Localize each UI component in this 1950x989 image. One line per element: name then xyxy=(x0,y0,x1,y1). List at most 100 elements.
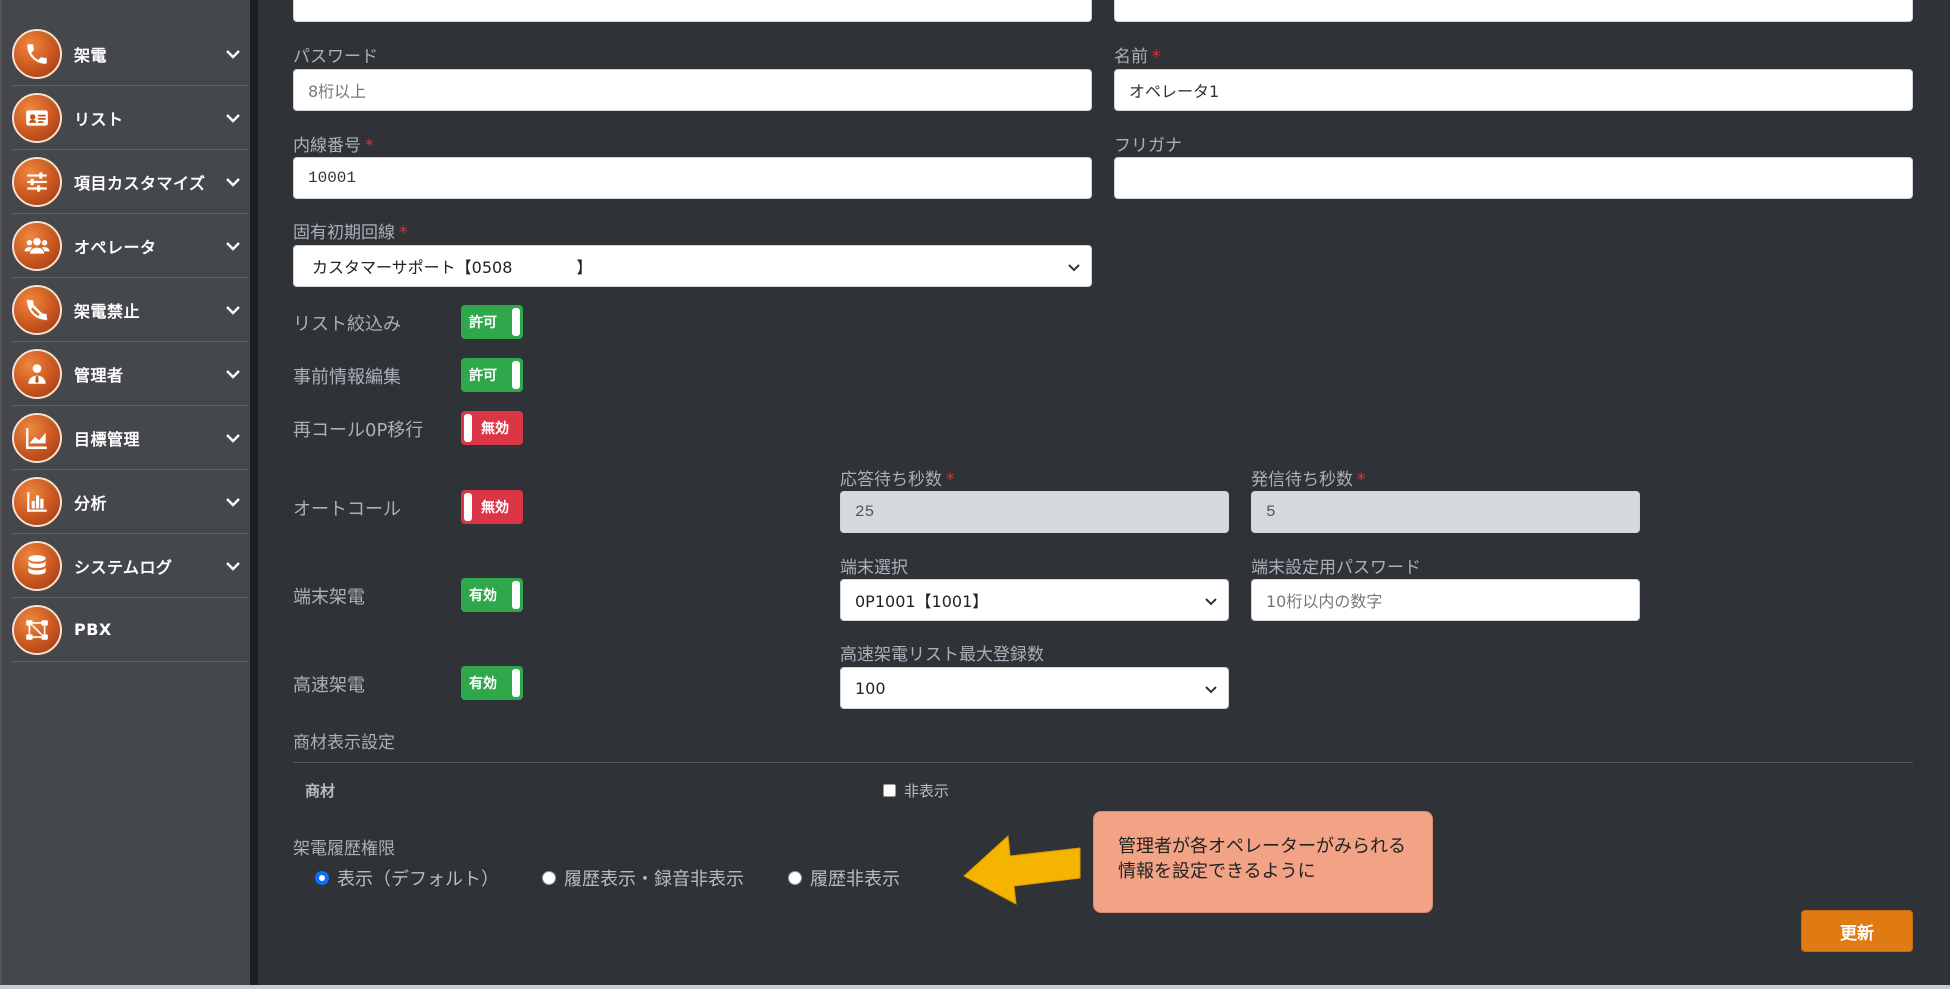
chevron-down-icon xyxy=(222,363,244,385)
sidebar-item-analysis[interactable]: 分析 xyxy=(12,470,248,534)
toggle-knob xyxy=(464,414,472,442)
sidebar-item-system-log[interactable]: システムログ xyxy=(12,534,248,598)
sidebar-item-label: 架電 xyxy=(74,45,108,65)
material-label: 商材 xyxy=(305,782,336,800)
sidebar-item-label: PBX xyxy=(74,620,112,639)
sidebar-item-label: 分析 xyxy=(74,493,108,513)
sidebar-item-label: 項目カスタマイズ xyxy=(74,173,206,193)
name-label: 名前 * xyxy=(1114,47,1161,67)
toggle-text: 許可 xyxy=(469,368,497,384)
fast-list-max-select[interactable]: 100 xyxy=(840,667,1229,709)
history-radio-show[interactable]: 表示（デフォルト） xyxy=(315,865,499,891)
sidebar-item-admin[interactable]: 管理者 xyxy=(12,342,248,406)
sidebar-item-label: 架電禁止 xyxy=(74,301,141,321)
bar-chart-icon xyxy=(12,476,62,527)
taskbar-strip xyxy=(0,985,1950,989)
device-select[interactable]: 0P1001【1001】 xyxy=(840,579,1229,621)
auto-call-label: オートコール xyxy=(293,499,401,520)
annotation-callout: 管理者が各オペレーターがみられる情報を設定できるように xyxy=(1093,811,1433,913)
chevron-down-icon xyxy=(1204,593,1218,607)
material-hide-checkbox[interactable]: 非表示 xyxy=(883,780,949,801)
sidebar-item-call-block[interactable]: 架電禁止 xyxy=(12,278,248,342)
dial-wait-field[interactable]: 5 xyxy=(1251,491,1640,533)
toggle-text: 許可 xyxy=(469,315,497,331)
history-radio-hide[interactable]: 履歴非表示 xyxy=(788,865,900,891)
sidebar: 架電 リスト 項目カスタマイズ オペレータ 架電禁止 管理者 目標管理 分析 シ… xyxy=(0,0,250,985)
database-icon xyxy=(12,540,62,591)
device-password-label: 端末設定用パスワード xyxy=(1251,558,1421,578)
radio-dot xyxy=(788,871,802,885)
device-call-toggle[interactable]: 有効 xyxy=(461,578,523,612)
checkbox-box xyxy=(883,784,896,797)
sidebar-item-pbx[interactable]: PBX xyxy=(12,598,248,662)
id-card-icon xyxy=(12,92,62,143)
name-field[interactable]: オペレータ1 xyxy=(1114,69,1913,111)
toggle-knob xyxy=(512,581,520,609)
material-section-title: 商材表示設定 xyxy=(293,733,395,753)
sidebar-item-goals[interactable]: 目標管理 xyxy=(12,406,248,470)
list-filter-toggle[interactable]: 許可 xyxy=(461,305,523,339)
user-tie-icon xyxy=(12,348,62,399)
toggle-knob xyxy=(512,308,520,336)
pre-info-edit-toggle[interactable]: 許可 xyxy=(461,358,523,392)
required-mark: * xyxy=(365,136,374,156)
pre-info-edit-label: 事前情報編集 xyxy=(293,367,401,388)
required-mark: * xyxy=(946,470,955,490)
password-field[interactable]: 8桁以上 xyxy=(293,69,1092,111)
line-select[interactable]: カスタマーサポート【0508 】 xyxy=(293,245,1092,287)
toggle-knob xyxy=(464,493,472,521)
chevron-down-icon xyxy=(222,299,244,321)
extension-field[interactable]: 10001 xyxy=(293,157,1092,199)
sidebar-item-list[interactable]: リスト xyxy=(12,86,248,150)
radio-label: 履歴表示・録音非表示 xyxy=(564,869,744,890)
history-radio-no-recording[interactable]: 履歴表示・録音非表示 xyxy=(542,865,744,891)
furigana-field[interactable] xyxy=(1114,157,1913,199)
auto-call-toggle[interactable]: 無効 xyxy=(461,490,523,524)
update-button[interactable]: 更新 xyxy=(1801,910,1913,952)
extension-label: 内線番号 * xyxy=(293,136,374,156)
required-mark: * xyxy=(399,223,408,243)
dial-wait-label: 発信待ち秒数 * xyxy=(1251,470,1366,490)
chevron-down-icon xyxy=(222,427,244,449)
area-chart-icon xyxy=(12,412,62,463)
fast-list-max-value: 100 xyxy=(855,678,886,698)
top-right-input[interactable] xyxy=(1114,0,1913,22)
device-password-field[interactable]: 10桁以内の数字 xyxy=(1251,579,1640,621)
phone-slash-icon xyxy=(12,284,62,335)
sidebar-item-operator[interactable]: オペレータ xyxy=(12,214,248,278)
chevron-down-icon xyxy=(222,171,244,193)
fast-call-label: 高速架電 xyxy=(293,675,365,696)
top-left-input[interactable] xyxy=(293,0,1092,22)
sidebar-item-label: リスト xyxy=(74,109,124,129)
answer-wait-label: 応答待ち秒数 * xyxy=(840,470,955,490)
sidebar-item-customize[interactable]: 項目カスタマイズ xyxy=(12,150,248,214)
phone-icon xyxy=(12,28,62,79)
chevron-down-icon xyxy=(1067,259,1081,273)
section-divider xyxy=(293,762,1913,763)
toggle-knob xyxy=(512,669,520,697)
sliders-icon xyxy=(12,156,62,207)
annotation-arrow-icon xyxy=(963,834,1081,905)
fast-call-toggle[interactable]: 有効 xyxy=(461,666,523,700)
chevron-down-icon xyxy=(222,235,244,257)
sidebar-item-label: オペレータ xyxy=(74,237,157,257)
toggle-text: 無効 xyxy=(481,421,509,437)
answer-wait-field[interactable]: 25 xyxy=(840,491,1229,533)
list-filter-label: リスト絞込み xyxy=(293,314,401,335)
chevron-down-icon xyxy=(222,107,244,129)
toggle-text: 無効 xyxy=(481,500,509,516)
chevron-down-icon xyxy=(1204,681,1218,695)
radio-label: 履歴非表示 xyxy=(810,869,900,890)
password-label: パスワード xyxy=(293,47,378,67)
chevron-down-icon xyxy=(222,491,244,513)
recall-op-label: 再コール0P移行 xyxy=(293,420,424,441)
furigana-label: フリガナ xyxy=(1114,136,1182,156)
required-mark: * xyxy=(1152,47,1161,67)
required-mark: * xyxy=(1357,470,1366,490)
toggle-text: 有効 xyxy=(469,588,497,604)
sidebar-item-call[interactable]: 架電 xyxy=(12,22,248,86)
sidebar-item-label: 目標管理 xyxy=(74,429,141,449)
recall-op-toggle[interactable]: 無効 xyxy=(461,411,523,445)
radio-dot xyxy=(542,871,556,885)
device-select-value: 0P1001【1001】 xyxy=(855,592,989,611)
